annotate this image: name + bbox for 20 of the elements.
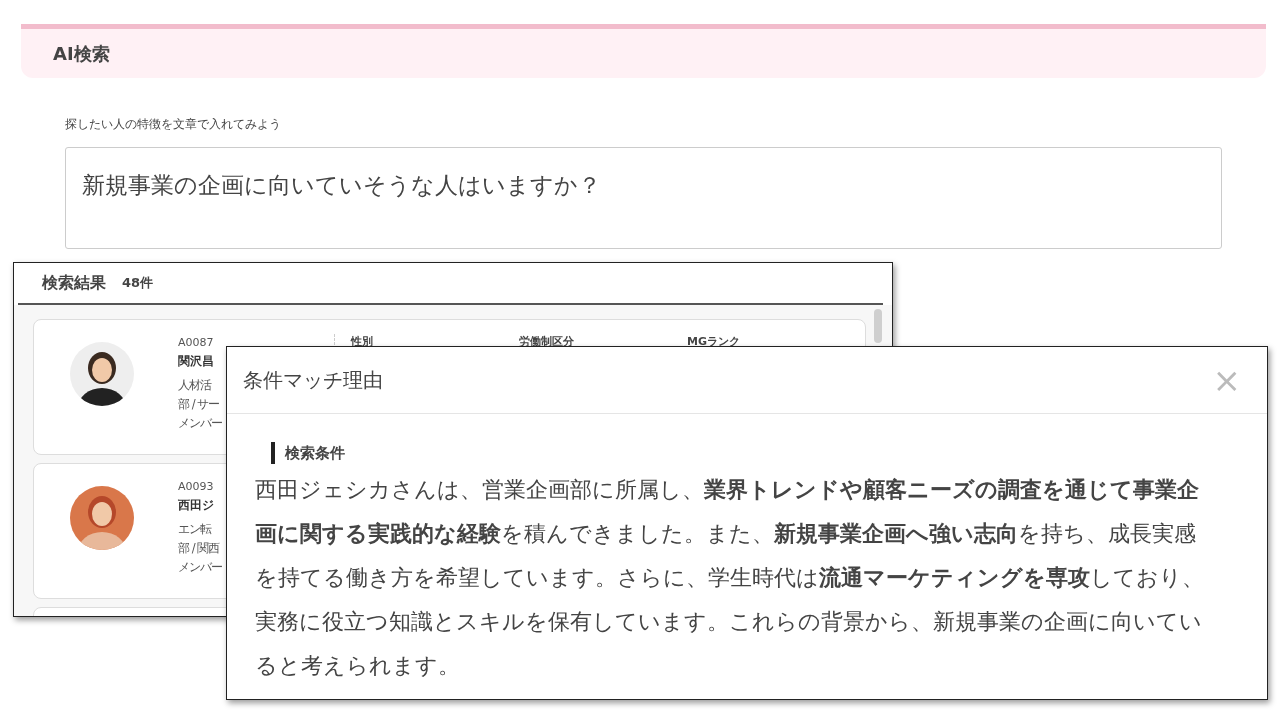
person-name: 西田ジ [178,497,214,514]
person-detail: メンバー [178,415,222,432]
scrollbar[interactable] [874,309,882,343]
person-detail: 部 / サー [178,396,220,413]
person-name: 関沢昌 [178,353,214,370]
person-detail: メンバー [178,559,222,576]
section-heading: 検索条件 [271,442,345,464]
employee-id: A0093 [178,480,214,493]
person-detail: 部 / 関西 [178,540,220,557]
person-detail: 人材活 [178,377,211,394]
results-count: 48件 [122,274,154,292]
results-title: 検索結果 [42,272,106,294]
query-field[interactable]: 新規事業の企画に向いていそうな人はいますか？ [65,147,1222,249]
dialog-title: 条件マッチ理由 [243,366,383,394]
reason-text: 西田ジェシカさんは、営業企画部に所属し、業界トレンドや顧客ニーズの調査を通じて事業企画に関する実践的な経験を積んできました。また、新規事業企画へ強い志向を持ち、成長実感を持てる働き方を希望しています。さらに、学生時代は流通マーケティングを専攻しており、実務に役立つ知識とスキルを保有しています。これらの背景から、新規事業の企画に向いていると考えられます。 [255,476,1205,680]
person-detail: エン転 [178,521,211,538]
page-title: AI検索 [53,41,110,66]
employee-id: A0087 [178,336,214,349]
column-label: MGランク [687,334,741,349]
field-label: 探したい人の特徴を文章で入れてみよう [65,116,282,133]
